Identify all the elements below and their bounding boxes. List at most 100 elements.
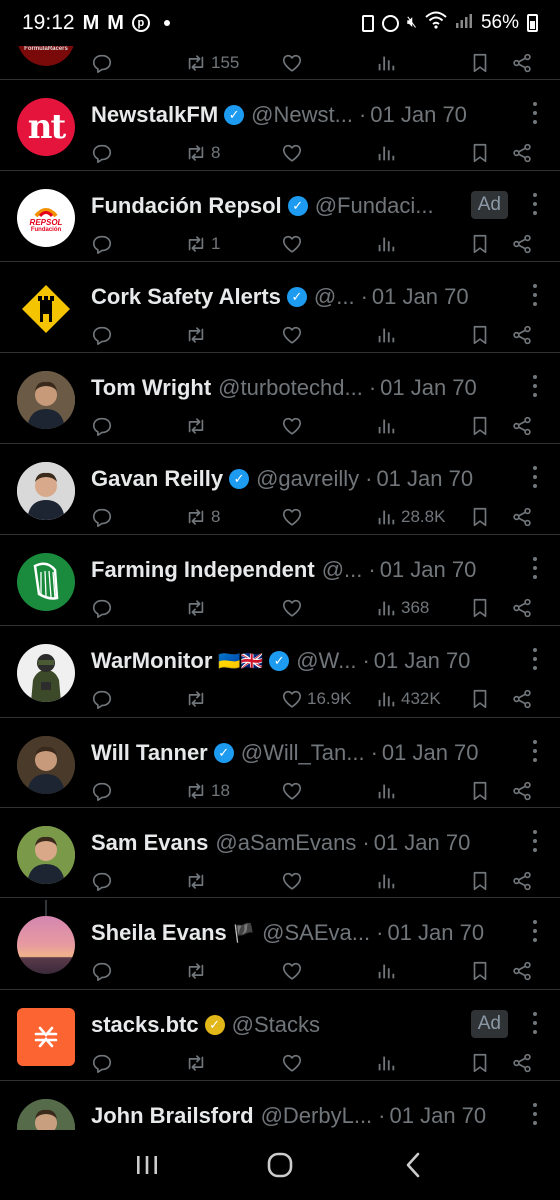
like-button[interactable] xyxy=(281,502,303,532)
retweet-button[interactable] xyxy=(185,320,207,350)
avatar[interactable] xyxy=(17,371,75,429)
avatar[interactable] xyxy=(17,736,75,794)
tweet-row[interactable]: Sheila Evans 🏴 @SAEva... · 01 Jan 70 xyxy=(0,898,560,990)
share-button[interactable] xyxy=(511,48,533,78)
author-handle[interactable]: @W... xyxy=(296,648,356,674)
tweet-row[interactable]: stacks.btc ✓ @Stacks Ad xyxy=(0,990,560,1081)
like-button[interactable] xyxy=(281,229,303,259)
share-button[interactable] xyxy=(511,593,533,623)
like-button[interactable] xyxy=(281,956,303,986)
tweet-row[interactable]: WarMonitor 🇺🇦🇬🇧 ✓ @W... · 01 Jan 70 16.9K… xyxy=(0,626,560,718)
bookmark-button[interactable] xyxy=(469,320,491,350)
like-button[interactable] xyxy=(281,320,303,350)
like-button[interactable] xyxy=(281,1048,303,1078)
tweet-row[interactable]: Sam Evans @aSamEvans · 01 Jan 70 xyxy=(0,808,560,940)
more-options-icon[interactable] xyxy=(532,648,538,670)
author-handle[interactable]: @Stacks xyxy=(232,1012,320,1038)
author-handle[interactable]: @turbotechd... xyxy=(218,375,363,401)
reply-button[interactable] xyxy=(91,502,113,532)
reply-button[interactable] xyxy=(91,411,113,441)
views-button[interactable] xyxy=(375,320,397,350)
bookmark-button[interactable] xyxy=(469,502,491,532)
timeline-feed[interactable]: FR FormulaRacers formularacers ✓ @formul… xyxy=(0,0,560,1130)
views-button[interactable] xyxy=(375,776,397,806)
author-name[interactable]: Cork Safety Alerts xyxy=(91,284,281,310)
author-name[interactable]: stacks.btc xyxy=(91,1012,199,1038)
author-handle[interactable]: @DerbyL... xyxy=(261,1103,373,1129)
share-button[interactable] xyxy=(511,229,533,259)
avatar[interactable] xyxy=(17,826,75,884)
more-options-icon[interactable] xyxy=(532,375,538,397)
tweet-row[interactable]: Gavan Reilly ✓ @gavreilly · 01 Jan 70 8 2… xyxy=(0,444,560,535)
share-button[interactable] xyxy=(511,411,533,441)
reply-button[interactable] xyxy=(91,48,113,78)
reply-button[interactable] xyxy=(91,866,113,896)
avatar[interactable]: REPSOL Fundación xyxy=(17,189,75,247)
avatar[interactable] xyxy=(17,1008,75,1066)
retweet-button[interactable] xyxy=(185,866,207,896)
author-name[interactable]: Will Tanner xyxy=(91,740,208,766)
more-options-icon[interactable] xyxy=(532,466,538,488)
share-button[interactable] xyxy=(511,776,533,806)
retweet-button[interactable]: 18 xyxy=(185,776,230,806)
share-button[interactable] xyxy=(511,866,533,896)
author-handle[interactable]: @Fundaci... xyxy=(315,193,434,219)
tweet-row[interactable]: Farming Independent @... · 01 Jan 70 368 xyxy=(0,535,560,626)
tweet-row[interactable]: Tom Wright @turbotechd... · 01 Jan 70 xyxy=(0,353,560,444)
author-handle[interactable]: @SAEva... xyxy=(262,920,370,946)
share-button[interactable] xyxy=(511,502,533,532)
more-options-icon[interactable] xyxy=(532,740,538,762)
views-button[interactable]: 432K xyxy=(375,684,441,714)
views-button[interactable] xyxy=(375,48,397,78)
retweet-button[interactable] xyxy=(185,956,207,986)
author-handle[interactable]: @aSamEvans xyxy=(215,830,356,856)
views-button[interactable] xyxy=(375,1048,397,1078)
back-icon[interactable] xyxy=(383,1140,443,1190)
more-options-icon[interactable] xyxy=(532,557,538,579)
more-options-icon[interactable] xyxy=(532,193,538,215)
views-button[interactable]: 368 xyxy=(375,593,429,623)
like-button[interactable] xyxy=(281,48,303,78)
author-name[interactable]: Sheila Evans xyxy=(91,920,227,946)
reply-button[interactable] xyxy=(91,229,113,259)
bookmark-button[interactable] xyxy=(469,48,491,78)
bookmark-button[interactable] xyxy=(469,138,491,168)
like-button[interactable]: 16.9K xyxy=(281,684,351,714)
tweet-row[interactable]: nt NewstalkFM ✓ @Newst... · 01 Jan 70 8 xyxy=(0,80,560,171)
author-handle[interactable]: @Newst... xyxy=(251,102,353,128)
reply-button[interactable] xyxy=(91,593,113,623)
bookmark-button[interactable] xyxy=(469,776,491,806)
avatar[interactable] xyxy=(17,1099,75,1130)
author-name[interactable]: Gavan Reilly xyxy=(91,466,223,492)
bookmark-button[interactable] xyxy=(469,956,491,986)
retweet-button[interactable]: 8 xyxy=(185,138,220,168)
reply-button[interactable] xyxy=(91,320,113,350)
views-button[interactable]: 28.8K xyxy=(375,502,445,532)
bookmark-button[interactable] xyxy=(469,866,491,896)
bookmark-button[interactable] xyxy=(469,593,491,623)
bookmark-button[interactable] xyxy=(469,684,491,714)
tweet-row[interactable]: REPSOL Fundación Fundación Repsol ✓ @Fun… xyxy=(0,171,560,262)
reply-button[interactable] xyxy=(91,684,113,714)
bookmark-button[interactable] xyxy=(469,1048,491,1078)
retweet-button[interactable]: 8 xyxy=(185,502,220,532)
bookmark-button[interactable] xyxy=(469,411,491,441)
author-name[interactable]: Tom Wright xyxy=(91,375,211,401)
author-name[interactable]: Fundación Repsol xyxy=(91,193,282,219)
more-options-icon[interactable] xyxy=(532,102,538,124)
reply-button[interactable] xyxy=(91,1048,113,1078)
avatar[interactable] xyxy=(17,553,75,611)
tweet-row[interactable]: Cork Safety Alerts ✓ @... · 01 Jan 70 xyxy=(0,262,560,353)
views-button[interactable] xyxy=(375,956,397,986)
avatar[interactable]: nt xyxy=(17,98,75,156)
home-icon[interactable] xyxy=(250,1140,310,1190)
retweet-button[interactable]: 155 xyxy=(185,48,239,78)
more-options-icon[interactable] xyxy=(532,284,538,306)
author-name[interactable]: Farming Independent xyxy=(91,557,315,583)
share-button[interactable] xyxy=(511,956,533,986)
tweet-row[interactable]: John Brailsford @DerbyL... · 01 Jan 70 xyxy=(0,1081,560,1130)
more-options-icon[interactable] xyxy=(532,830,538,852)
more-options-icon[interactable] xyxy=(532,1103,538,1125)
views-button[interactable] xyxy=(375,138,397,168)
more-options-icon[interactable] xyxy=(532,1012,538,1034)
